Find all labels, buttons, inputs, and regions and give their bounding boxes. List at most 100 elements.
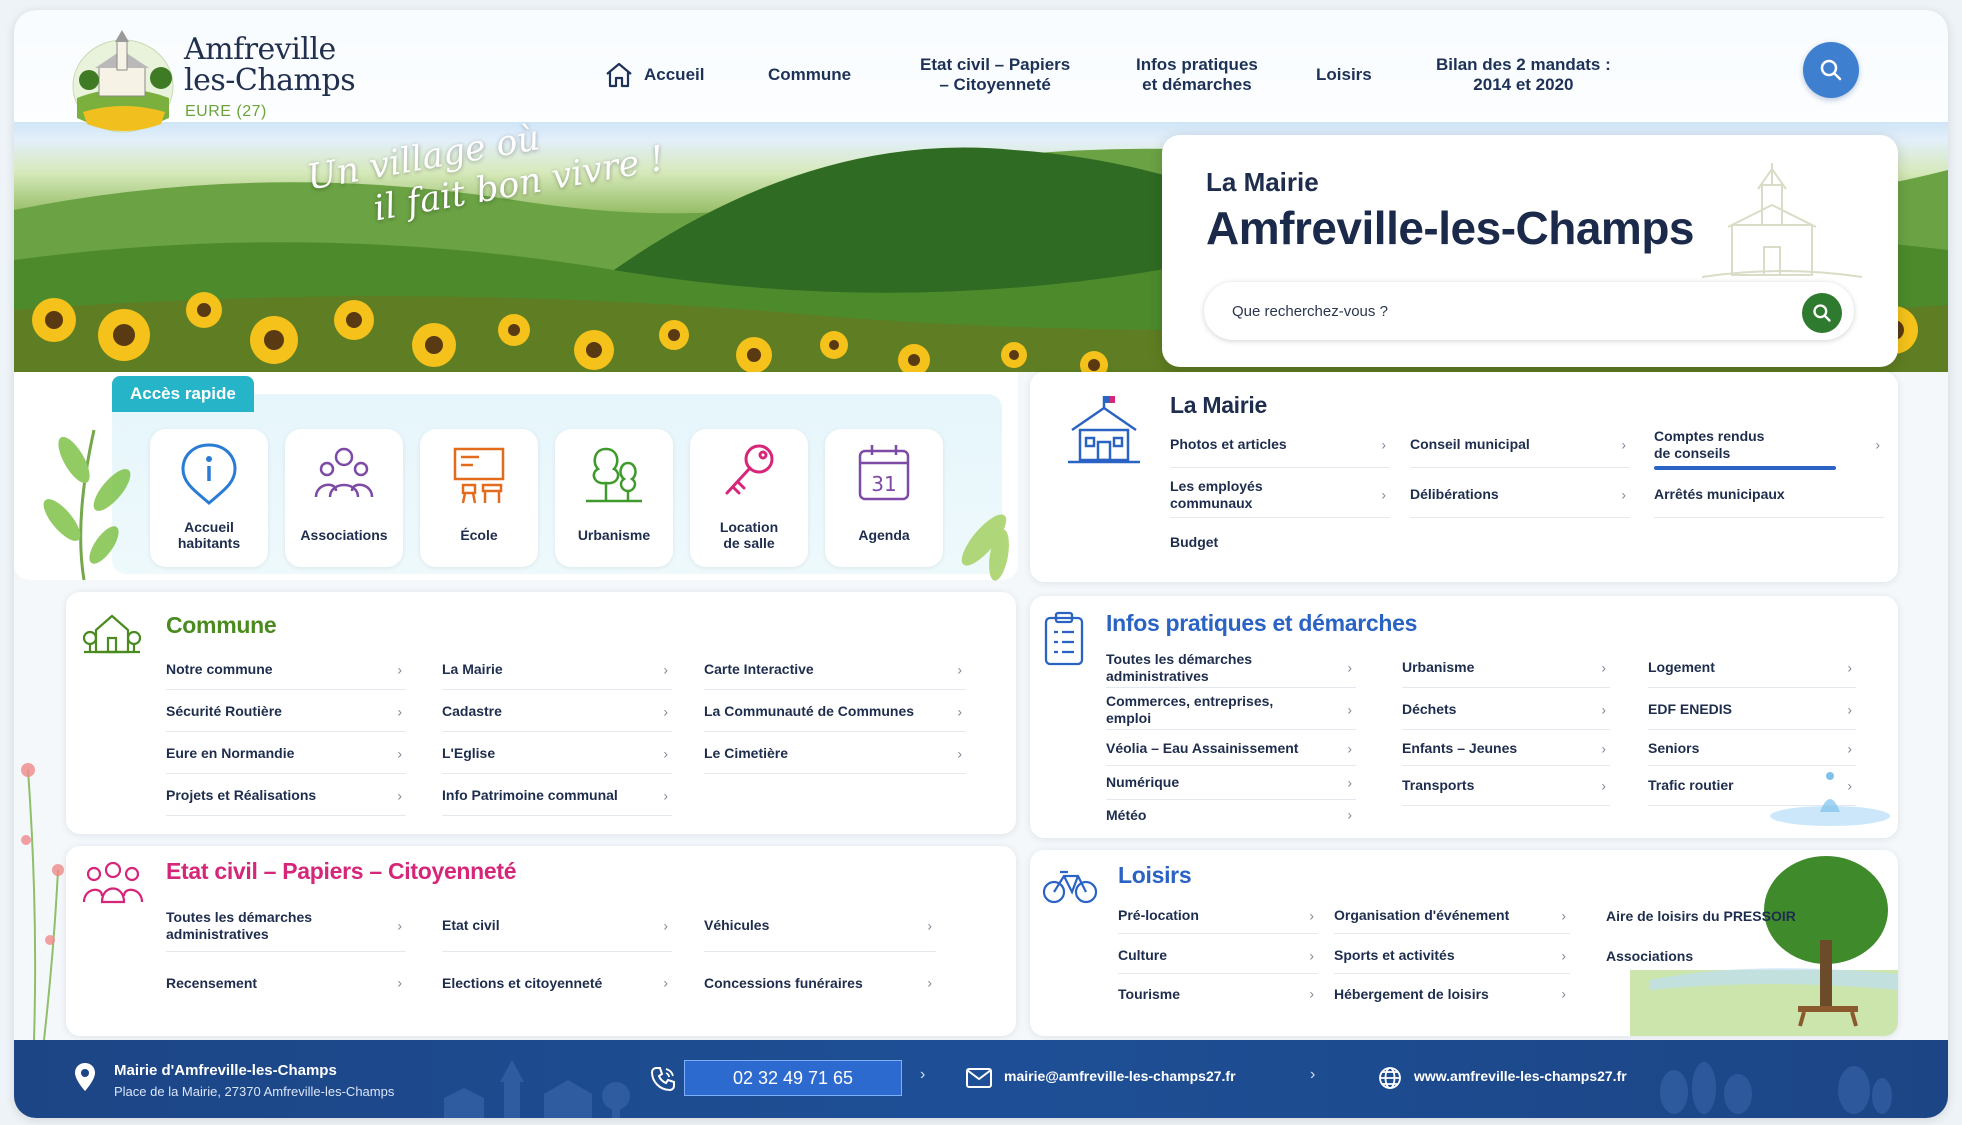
link-employes-communaux[interactable]: Les employés communaux › [1170, 472, 1390, 518]
quick-access-label: Agenda [858, 527, 910, 543]
link-arretes-municipaux[interactable]: Arrêtés municipaux [1654, 472, 1884, 518]
link-numerique[interactable]: Numérique › [1106, 766, 1356, 800]
chevron-right-icon: › [1601, 777, 1606, 793]
chevron-right-icon: › [1381, 486, 1386, 502]
link-cadastre[interactable]: Cadastre › [442, 692, 672, 732]
quick-access-label: Location de salle [719, 519, 779, 551]
link-associations-loisirs[interactable]: Associations [1606, 938, 1826, 974]
chevron-right-icon: › [1561, 947, 1566, 963]
link-securite-routiere[interactable]: Sécurité Routière › [166, 692, 406, 732]
chevron-right-icon: › [663, 917, 668, 933]
link-enfants-jeunes[interactable]: Enfants – Jeunes › [1402, 732, 1610, 766]
link-label: Projets et Réalisations [166, 787, 317, 803]
quick-access-agenda[interactable]: 31 Agenda [825, 429, 943, 567]
site-name[interactable]: Amfreville les-Champs [184, 34, 356, 96]
link-edf-enedis[interactable]: EDF ENEDIS › [1648, 690, 1856, 730]
link-conseil-municipal[interactable]: Conseil municipal › [1410, 422, 1630, 468]
chevron-right-icon: › [1621, 486, 1626, 502]
nav-bilan-mandats[interactable]: Bilan des 2 mandats : 2014 et 2020 [1436, 50, 1611, 100]
chevron-right-icon: › [1347, 659, 1352, 675]
commune-card: Commune Notre commune › Sécurité Routière… [66, 592, 1016, 834]
link-carte-interactive[interactable]: Carte Interactive › [704, 650, 966, 690]
chevron-right-icon: › [397, 974, 402, 991]
link-label: Cadastre [442, 703, 502, 719]
link-notre-commune[interactable]: Notre commune › [166, 650, 406, 690]
link-toutes-demarches-admin[interactable]: Toutes les démarches administratives › [166, 900, 406, 952]
link-photos-articles[interactable]: Photos et articles › [1170, 422, 1390, 468]
link-label: EDF ENEDIS [1648, 701, 1733, 717]
calendar-icon: 31 [858, 445, 910, 501]
header-search-button[interactable] [1803, 42, 1859, 98]
link-communaute-communes[interactable]: La Communauté de Communes › [704, 692, 966, 732]
key-icon [725, 444, 774, 495]
infos-title: Infos pratiques et démarches [1106, 610, 1418, 636]
link-deliberations[interactable]: Délibérations › [1410, 472, 1630, 518]
nav-home[interactable]: Accueil [604, 50, 704, 100]
link-veolia[interactable]: Véolia – Eau Assainissement › [1106, 732, 1356, 766]
link-toutes-demarches[interactable]: Toutes les démarches administratives › [1106, 648, 1356, 688]
village-silhouette-decoration [444, 1060, 630, 1118]
nav-commune[interactable]: Commune [768, 50, 851, 100]
calendar-day: 31 [871, 472, 896, 496]
footer-email-link[interactable]: mairie@amfreville-les-champs27.fr [1004, 1068, 1236, 1084]
link-pre-location[interactable]: Pré-location › [1118, 898, 1318, 934]
link-label: Etat civil [442, 917, 500, 933]
quick-access-label: École [460, 527, 498, 543]
nav-infos-pratiques[interactable]: Infos pratiques et démarches [1136, 50, 1258, 100]
quick-access-accueil-habitants[interactable]: Accueil habitants [150, 429, 268, 567]
link-transports[interactable]: Transports › [1402, 766, 1610, 806]
active-underline [1654, 466, 1836, 470]
link-vehicules[interactable]: Véhicules › [704, 900, 936, 952]
footer-website-link[interactable]: www.amfreville-les-champs27.fr [1414, 1068, 1627, 1084]
nav-etat-civil[interactable]: Etat civil – Papiers – Citoyenneté [920, 50, 1070, 100]
chevron-right-icon: › [397, 787, 402, 803]
link-budget[interactable]: Budget [1170, 522, 1390, 562]
link-label: Enfants – Jeunes [1402, 740, 1518, 756]
link-commerces-emploi[interactable]: Commerces, entreprises, emploi › [1106, 690, 1356, 730]
link-culture[interactable]: Culture › [1118, 938, 1318, 974]
search-input[interactable]: Que recherchez-vous ? [1204, 282, 1854, 340]
link-dechets[interactable]: Déchets › [1402, 690, 1610, 730]
link-label: Arrêtés municipaux [1654, 486, 1785, 502]
link-label: Carte Interactive [704, 661, 814, 677]
link-projets-realisations[interactable]: Projets et Réalisations › [166, 776, 406, 816]
link-recensement[interactable]: Recensement › [166, 958, 406, 1008]
chevron-right-icon: › [1601, 740, 1606, 756]
link-eglise[interactable]: L'Eglise › [442, 734, 672, 774]
link-hebergement-loisirs[interactable]: Hébergement de loisirs › [1334, 976, 1570, 1012]
search-submit-button[interactable] [1802, 293, 1842, 333]
link-urbanisme[interactable]: Urbanisme › [1402, 648, 1610, 688]
village-houses-icon [82, 614, 142, 654]
link-label: Tourisme [1118, 985, 1180, 1002]
phone-icon [650, 1067, 675, 1092]
quick-access-location-salle[interactable]: Location de salle [690, 429, 808, 567]
link-organisation-evenement[interactable]: Organisation d'événement › [1334, 898, 1570, 934]
link-meteo[interactable]: Météo › [1106, 800, 1356, 830]
link-label: La Mairie [442, 661, 503, 677]
link-sports-activites[interactable]: Sports et activités › [1334, 938, 1570, 974]
village-logo[interactable] [69, 28, 181, 138]
chevron-right-icon: › [957, 745, 962, 761]
nav-loisirs[interactable]: Loisirs [1316, 50, 1372, 100]
chevron-right-icon: › [397, 745, 402, 761]
link-label: Délibérations [1410, 486, 1499, 502]
footer-phone-button[interactable]: 02 32 49 71 65 [684, 1060, 902, 1096]
link-label: Urbanisme [1402, 659, 1475, 675]
link-la-mairie[interactable]: La Mairie › [442, 650, 672, 690]
quick-access-ecole[interactable]: École [420, 429, 538, 567]
link-logement[interactable]: Logement › [1648, 648, 1856, 688]
chevron-right-icon: › [920, 1066, 926, 1083]
link-concessions-funeraires[interactable]: Concessions funéraires › [704, 958, 936, 1008]
link-info-patrimoine[interactable]: Info Patrimoine communal › [442, 776, 672, 816]
quick-access-associations[interactable]: Associations [285, 429, 403, 567]
link-comptes-rendus[interactable]: Comptes rendus de conseils › [1654, 422, 1884, 468]
quick-access-urbanisme[interactable]: Urbanisme [555, 429, 673, 567]
link-etat-civil[interactable]: Etat civil › [442, 900, 672, 952]
link-eure-normandie[interactable]: Eure en Normandie › [166, 734, 406, 774]
link-tourisme[interactable]: Tourisme › [1118, 976, 1318, 1012]
link-aire-loisirs-pressoir[interactable]: Aire de loisirs du PRESSOIR [1606, 898, 1826, 934]
link-elections-citoyennete[interactable]: Elections et citoyenneté › [442, 958, 672, 1008]
chevron-right-icon: › [397, 661, 402, 677]
hero-card-title: Amfreville-les-Champs [1206, 202, 1695, 254]
link-cimetiere[interactable]: Le Cimetière › [704, 734, 966, 774]
